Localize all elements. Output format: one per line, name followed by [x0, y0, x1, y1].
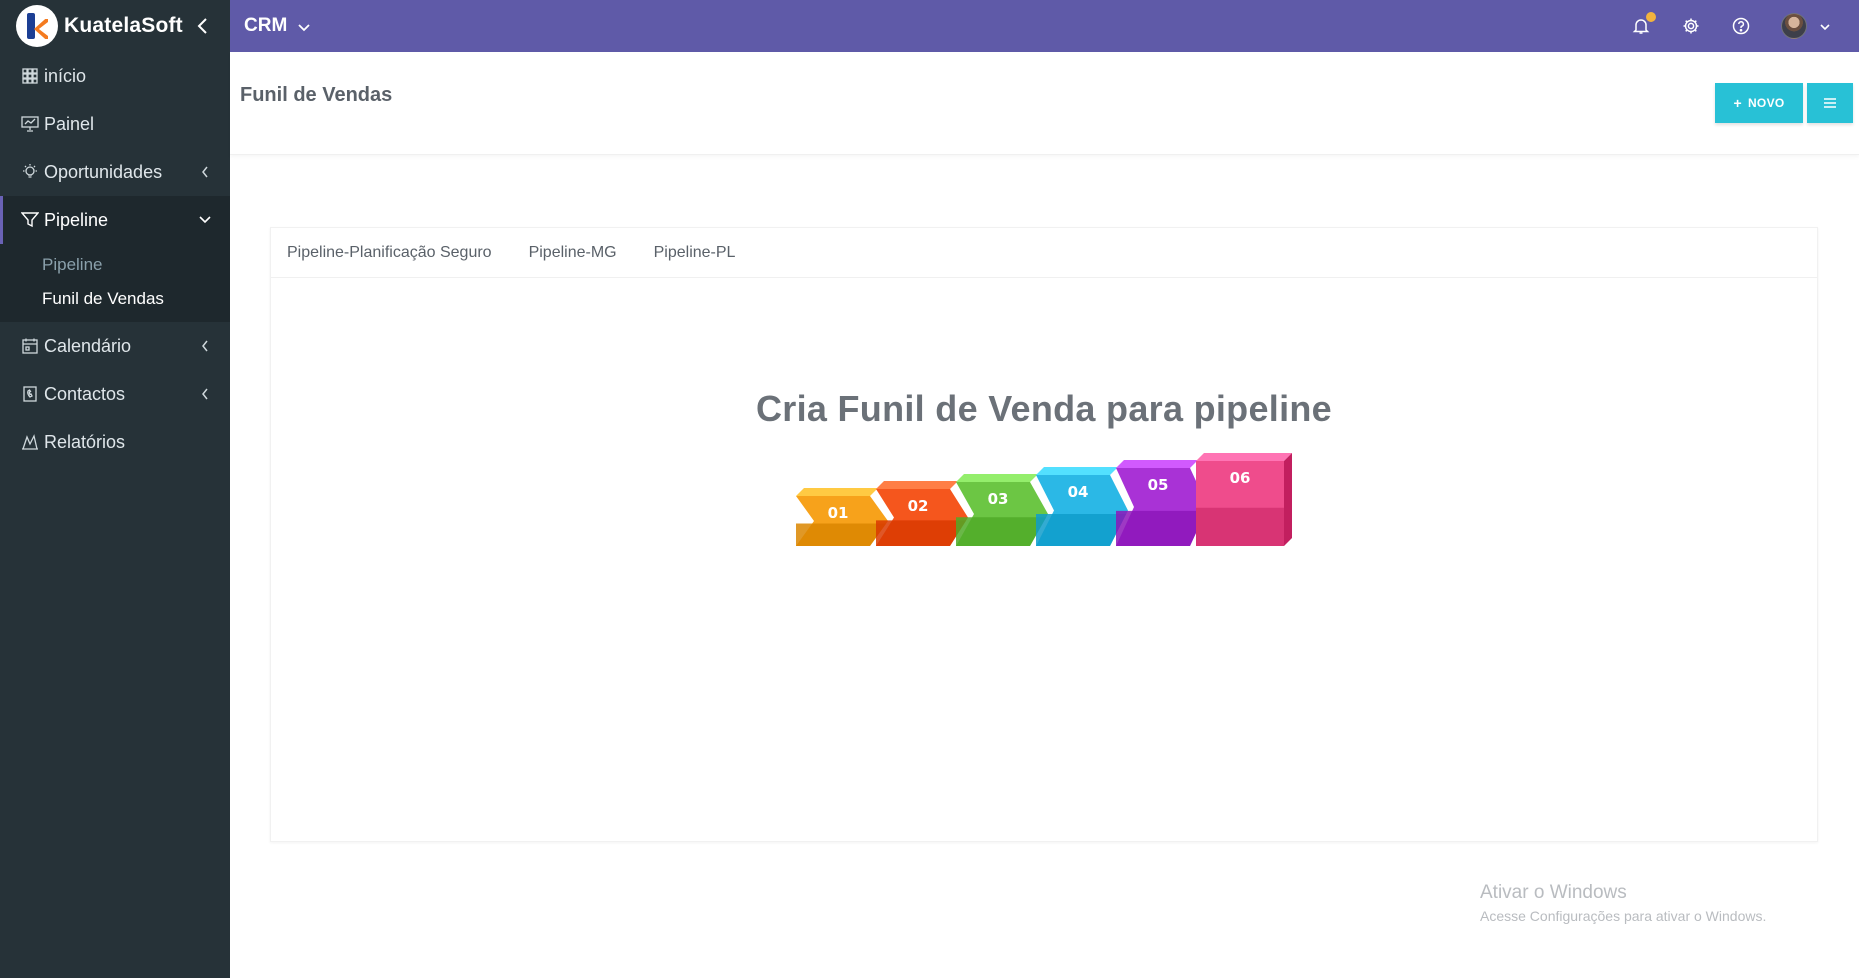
- funnel-icon: [20, 210, 40, 230]
- hamburger-icon: [1824, 96, 1836, 111]
- sidebar-item-calendario[interactable]: Calendário: [0, 322, 230, 370]
- module-switcher[interactable]: CRM: [244, 15, 311, 37]
- windows-activation-watermark: Ativar o Windows Acesse Configurações pa…: [1480, 882, 1766, 924]
- pipeline-card: Pipeline-Planificação Seguro Pipeline-MG…: [270, 227, 1818, 842]
- funnel-step-label: 03: [988, 490, 1009, 508]
- plus-icon: +: [1733, 95, 1742, 111]
- sidebar-item-contactos[interactable]: Contactos: [0, 370, 230, 418]
- pipeline-tabs: Pipeline-Planificação Seguro Pipeline-MG…: [271, 228, 1817, 278]
- funnel-step: 03: [956, 474, 1048, 546]
- funnel-step-label: 05: [1148, 476, 1169, 494]
- brand-name: KuatelaSoft: [64, 14, 183, 37]
- empty-state-title: Cria Funil de Venda para pipeline: [755, 388, 1333, 429]
- module-label: CRM: [244, 15, 288, 36]
- menu-button[interactable]: [1807, 83, 1853, 123]
- sidebar-item-label: Contactos: [44, 383, 126, 404]
- page-title: Funil de Vendas: [240, 84, 393, 106]
- sidebar-item-painel[interactable]: Painel: [0, 100, 230, 148]
- new-button-label: NOVO: [1747, 96, 1785, 110]
- avatar: [1781, 13, 1807, 39]
- lightbulb-icon: [20, 162, 40, 182]
- submenu-item-pipeline[interactable]: Pipeline: [0, 248, 230, 282]
- presentation-board-icon: [20, 114, 40, 134]
- chevron-down-icon: [297, 19, 311, 33]
- funnel-step: 04: [1036, 467, 1128, 546]
- sales-funnel-illustration: 01 02 03 04 05 06: [796, 453, 1292, 546]
- funnel-step-label: 01: [828, 504, 849, 522]
- funnel-step: 02: [876, 481, 968, 546]
- gear-icon[interactable]: [1679, 14, 1703, 38]
- page-header: Funil de Vendas + NOVO: [230, 52, 1859, 155]
- notification-badge: [1645, 11, 1657, 23]
- tab-pipeline-planificacao-seguro[interactable]: Pipeline-Planificação Seguro: [287, 244, 492, 262]
- sidebar-item-label: Relatórios: [44, 431, 126, 452]
- sidebar-item-label: início: [44, 65, 87, 86]
- tab-pipeline-pl[interactable]: Pipeline-PL: [654, 244, 736, 262]
- sidebar-item-label: Pipeline: [44, 209, 109, 230]
- chevron-left-icon: [198, 339, 212, 353]
- sidebar-item-inicio[interactable]: início: [0, 52, 230, 100]
- chevron-left-icon: [198, 165, 212, 179]
- user-menu[interactable]: [1781, 13, 1831, 39]
- brand: KuatelaSoft: [0, 0, 230, 52]
- dashboard-grid-icon: [20, 66, 40, 86]
- top-actions: [1603, 0, 1831, 52]
- sidebar-item-label: Calendário: [44, 335, 132, 356]
- sidebar-item-label: Oportunidades: [44, 161, 163, 182]
- funnel-step-label: 02: [908, 497, 929, 515]
- chevron-down-icon: [198, 213, 212, 227]
- sidebar-item-oportunidades[interactable]: Oportunidades: [0, 148, 230, 196]
- collapse-sidebar-icon[interactable]: [191, 15, 213, 37]
- sidebar-item-pipeline[interactable]: Pipeline: [0, 196, 230, 244]
- watermark-title: Ativar o Windows: [1480, 882, 1627, 903]
- help-icon[interactable]: [1729, 14, 1753, 38]
- brand-logo[interactable]: [16, 5, 58, 47]
- calendar-icon: [20, 336, 40, 356]
- sidebar-item-label: Painel: [44, 113, 95, 134]
- submenu-item-funil-de-vendas[interactable]: Funil de Vendas: [0, 282, 230, 316]
- funnel-step-label: 04: [1068, 483, 1089, 501]
- phone-book-icon: [20, 384, 40, 404]
- tab-pipeline-mg[interactable]: Pipeline-MG: [529, 244, 617, 262]
- top-navbar: CRM: [230, 0, 1859, 52]
- pipeline-submenu: Pipeline Funil de Vendas: [0, 244, 230, 322]
- chart-icon: [20, 432, 40, 452]
- funnel-step: 05: [1116, 460, 1208, 546]
- new-button[interactable]: + NOVO: [1715, 83, 1803, 123]
- funnel-step: 01: [796, 488, 888, 546]
- watermark-subtitle: Acesse Configurações para ativar o Windo…: [1480, 908, 1767, 924]
- funnel-step-label: 06: [1230, 469, 1251, 487]
- chevron-left-icon: [198, 387, 212, 401]
- sidebar: KuatelaSoft início Painel Oportunidades: [0, 0, 230, 978]
- bell-icon[interactable]: [1629, 11, 1657, 38]
- sidebar-item-relatorios[interactable]: Relatórios: [0, 418, 230, 466]
- chevron-down-icon: [1819, 20, 1831, 32]
- sidebar-nav: início Painel Oportunidades Pipeline Pip…: [0, 52, 230, 466]
- funnel-step: 06: [1196, 453, 1292, 546]
